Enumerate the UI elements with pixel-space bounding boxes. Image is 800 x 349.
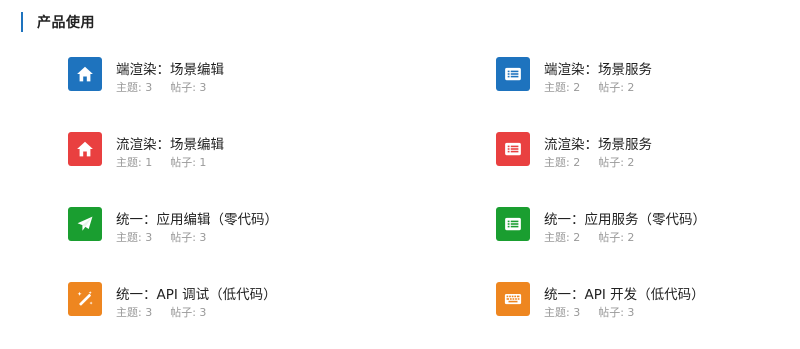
post-count: 帖子: 2 [598, 156, 635, 169]
topic-count: 主题: 2 [544, 81, 581, 94]
forum-item[interactable]: 端渲染：场景服务 主题: 2 帖子: 2 [496, 57, 800, 105]
section-title: 产品使用 [37, 15, 95, 31]
keyboard-icon[interactable] [496, 282, 530, 316]
forum-item[interactable]: 流渲染：场景编辑 主题: 1 帖子: 1 [68, 132, 388, 180]
home-icon[interactable] [68, 57, 102, 91]
post-count: 帖子: 3 [598, 306, 635, 319]
forum-item[interactable]: 流渲染：场景服务 主题: 2 帖子: 2 [496, 132, 800, 180]
forum-item[interactable]: 端渲染：场景编辑 主题: 3 帖子: 3 [68, 57, 388, 105]
post-count: 帖子: 3 [170, 81, 207, 94]
forum-stats: 主题: 3 帖子: 3 [544, 304, 634, 320]
post-count: 帖子: 2 [598, 231, 635, 244]
list-icon[interactable] [496, 207, 530, 241]
forum-stats: 主题: 2 帖子: 2 [544, 79, 634, 95]
post-count: 帖子: 2 [598, 81, 635, 94]
post-count: 帖子: 3 [170, 231, 207, 244]
forum-stats: 主题: 1 帖子: 1 [116, 154, 206, 170]
forum-item[interactable]: 统一：API 调试（低代码） 主题: 3 帖子: 3 [68, 282, 388, 330]
forum-item[interactable]: 统一：应用服务（零代码） 主题: 2 帖子: 2 [496, 207, 800, 255]
forum-stats: 主题: 3 帖子: 3 [116, 304, 206, 320]
topic-count: 主题: 2 [544, 156, 581, 169]
post-count: 帖子: 1 [170, 156, 207, 169]
paper-plane-icon[interactable] [68, 207, 102, 241]
forum-stats: 主题: 2 帖子: 2 [544, 154, 634, 170]
topic-count: 主题: 2 [544, 231, 581, 244]
forum-name[interactable]: 端渲染：场景服务 [544, 58, 652, 78]
section-header: 产品使用 [21, 12, 95, 32]
home-icon[interactable] [68, 132, 102, 166]
forum-item[interactable]: 统一：API 开发（低代码） 主题: 3 帖子: 3 [496, 282, 800, 330]
forum-stats: 主题: 3 帖子: 3 [116, 79, 206, 95]
forum-name[interactable]: 统一：API 调试（低代码） [116, 283, 277, 303]
topic-count: 主题: 1 [116, 156, 153, 169]
list-icon[interactable] [496, 132, 530, 166]
forum-name[interactable]: 流渲染：场景服务 [544, 133, 652, 153]
forum-stats: 主题: 2 帖子: 2 [544, 229, 634, 245]
topic-count: 主题: 3 [116, 306, 153, 319]
magic-wand-icon[interactable] [68, 282, 102, 316]
forum-name[interactable]: 端渲染：场景编辑 [116, 58, 224, 78]
forum-name[interactable]: 统一：API 开发（低代码） [544, 283, 705, 303]
forum-item[interactable]: 统一：应用编辑（零代码） 主题: 3 帖子: 3 [68, 207, 388, 255]
topic-count: 主题: 3 [544, 306, 581, 319]
topic-count: 主题: 3 [116, 81, 153, 94]
forum-name[interactable]: 统一：应用编辑（零代码） [116, 208, 278, 228]
forum-stats: 主题: 3 帖子: 3 [116, 229, 206, 245]
post-count: 帖子: 3 [170, 306, 207, 319]
topic-count: 主题: 3 [116, 231, 153, 244]
list-icon[interactable] [496, 57, 530, 91]
forum-name[interactable]: 统一：应用服务（零代码） [544, 208, 706, 228]
forum-name[interactable]: 流渲染：场景编辑 [116, 133, 224, 153]
